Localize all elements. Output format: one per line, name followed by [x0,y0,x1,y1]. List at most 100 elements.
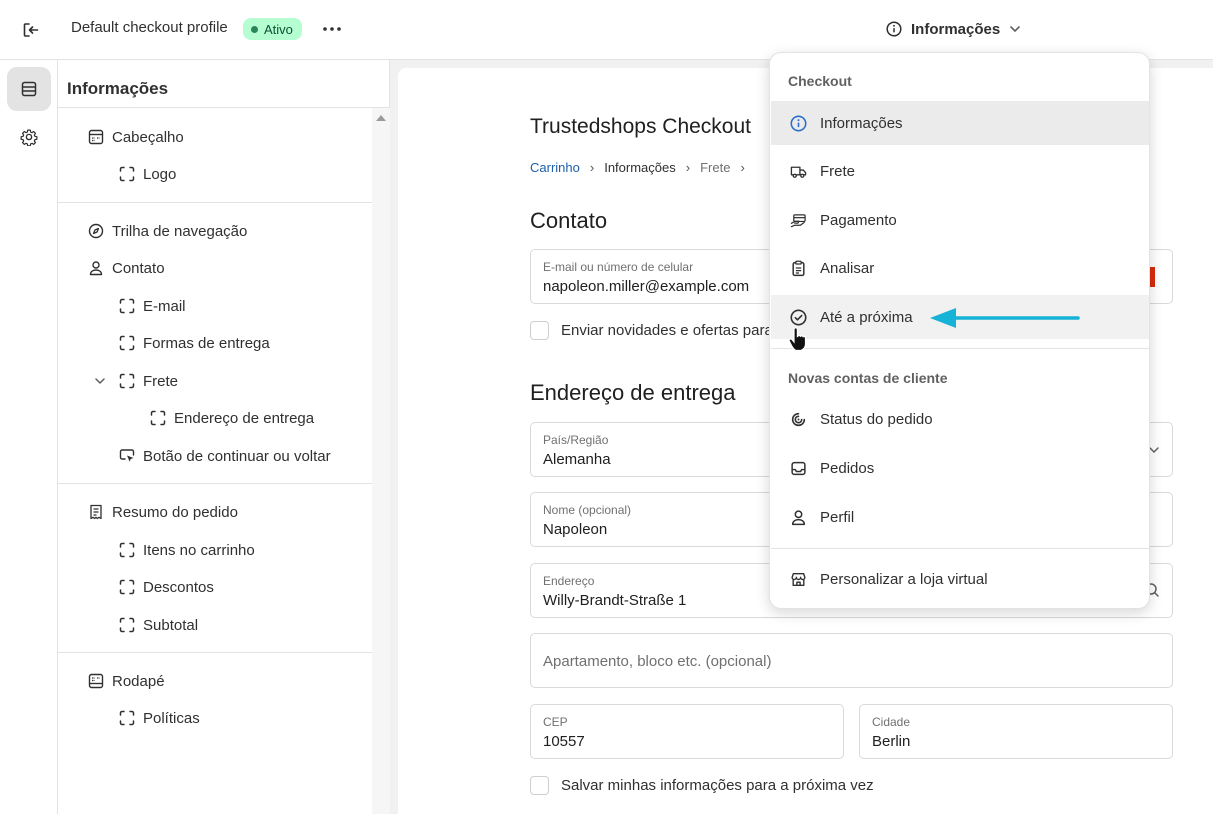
email-field-value: napoleon.miller@example.com [543,278,750,295]
dropdown-group-checkout: Checkout [788,73,852,89]
ellipsis-icon [323,27,341,31]
person-icon [790,509,807,526]
block-icon [150,410,166,426]
menu-item-label: Perfil [820,508,855,526]
menu-item-label: Pagamento [820,211,897,229]
divider [58,652,372,653]
scrollbar[interactable] [372,108,390,814]
menu-item-personalizar-loja[interactable]: Personalizar a loja virtual [771,557,1149,601]
sidebar-item-label: Trilha de navegação [112,222,248,240]
menu-item-frete[interactable]: Frete [771,149,1149,193]
sidebar-item-descontos[interactable]: Descontos [119,574,214,600]
address-value: Willy-Brandt-Straße 1 [543,592,687,609]
newsletter-checkbox[interactable] [530,321,549,340]
breadcrumb-link[interactable]: Carrinho [530,160,580,175]
menu-item-label: Até a próxima [820,308,913,326]
info-icon [886,21,902,37]
menu-item-pedidos[interactable]: Pedidos [771,446,1149,490]
city-field[interactable]: Cidade Berlin [859,704,1173,759]
page-selector-label: Informações [911,20,1001,38]
sidebar-item-logo[interactable]: Logo [119,161,176,187]
breadcrumb-step: Frete [700,160,731,175]
dropdown-group-accounts: Novas contas de cliente [788,370,948,386]
save-info-label: Salvar minhas informações para a próxima… [561,777,874,794]
menu-item-label: Frete [820,162,856,180]
newsletter-checkbox-row[interactable]: Enviar novidades e ofertas para [530,321,773,340]
sidebar-item-formas-de-entrega[interactable]: Formas de entrega [119,330,270,356]
gear-icon [20,129,38,146]
menu-item-analisar[interactable]: Analisar [771,246,1149,290]
receipt-icon [88,504,104,520]
city-label: Cidade [872,715,911,729]
block-icon [119,335,135,351]
sidebar-title: Informações [67,79,169,98]
save-info-checkbox[interactable] [530,776,549,795]
sidebar-item-resumo-do-pedido[interactable]: Resumo do pedido [88,499,238,525]
cep-label: CEP [543,715,568,729]
top-bar: Default checkout profile Ativo Informaçõ… [0,0,1213,60]
menu-item-status-do-pedido[interactable]: Status do pedido [771,397,1149,441]
sidebar-item-label: Frete [143,372,179,390]
status-badge: Ativo [243,18,302,40]
save-info-checkbox-row[interactable]: Salvar minhas informações para a próxima… [530,776,874,795]
exit-icon[interactable] [18,17,44,43]
email-field-label: E-mail ou número de celular [543,260,694,274]
sidebar-item-itens-no-carrinho[interactable]: Itens no carrinho [119,537,255,563]
chevron-right-icon: › [740,160,745,175]
menu-item-label: Personalizar a loja virtual [820,570,988,588]
icon-rail [0,60,58,814]
sidebar-item-email[interactable]: E-mail [119,293,186,319]
sidebar-item-endereco-de-entrega[interactable]: Endereço de entrega [150,405,314,431]
more-actions-button[interactable] [320,18,344,40]
page-selector-button[interactable]: Informações [886,16,1021,42]
menu-item-label: Status do pedido [820,410,933,428]
sidebar-item-label: Contato [112,259,165,277]
apartment-placeholder: Apartamento, bloco etc. (opcional) [543,653,772,670]
store-icon [790,571,807,588]
contact-heading: Contato [530,208,608,233]
settings-tab-button[interactable] [7,115,51,159]
divider [771,348,1149,349]
cep-value: 10557 [543,733,585,750]
menu-item-label: Analisar [820,259,875,277]
sidebar-item-label: Logo [143,165,177,183]
sidebar-item-rodape[interactable]: Rodapé [88,668,165,694]
divider [58,202,372,203]
person-icon [88,260,104,276]
sidebar-item-politicas[interactable]: Políticas [119,705,200,731]
divider [58,107,390,108]
scroll-up-arrow-icon[interactable] [376,115,386,121]
menu-item-pagamento[interactable]: Pagamento [771,198,1149,242]
block-icon [119,542,135,558]
cep-field[interactable]: CEP 10557 [530,704,844,759]
sidebar-item-contato[interactable]: Contato [88,255,165,281]
menu-item-perfil[interactable]: Perfil [771,495,1149,539]
divider [58,483,372,484]
sidebar-item-frete[interactable]: Frete [94,368,178,394]
hand-cursor-icon [788,327,807,352]
annotation-arrow-icon [930,308,1080,328]
sidebar-item-trilha[interactable]: Trilha de navegação [88,218,247,244]
sections-icon [21,81,37,97]
menu-item-informacoes[interactable]: Informações [771,101,1149,145]
info-icon [790,114,807,132]
check-circle-icon [790,308,807,326]
country-label: País/Região [543,433,609,447]
sidebar-item-cabecalho[interactable]: Cabeçalho [88,124,184,150]
city-value: Berlin [872,733,911,750]
header-layout-icon [88,129,104,145]
chevron-down-icon[interactable] [94,373,106,389]
sidebar-item-label: Itens no carrinho [143,541,255,559]
status-dot-icon [251,25,258,33]
sidebar-item-subtotal[interactable]: Subtotal [119,612,198,638]
chevron-down-icon [1010,26,1021,32]
footer-layout-icon [88,673,104,689]
apartment-field[interactable]: Apartamento, bloco etc. (opcional) [530,633,1173,688]
chevron-right-icon: › [685,160,691,175]
block-icon [119,617,135,633]
sections-tab-button[interactable] [7,67,51,111]
breadcrumb-current: Informações [604,160,676,175]
chevron-right-icon: › [589,160,595,175]
sidebar-item-botao-continuar[interactable]: Botão de continuar ou voltar [119,443,331,469]
sidebar-item-label: Cabeçalho [112,128,184,146]
